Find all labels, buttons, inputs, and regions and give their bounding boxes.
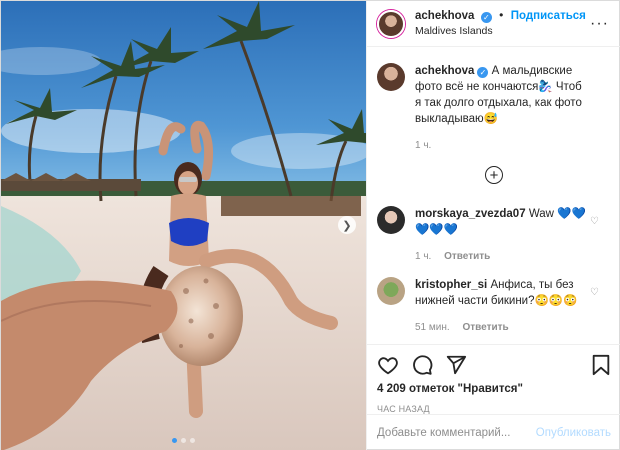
- plus-circle-icon[interactable]: +: [485, 166, 503, 184]
- caption: achekhova ✓ А мальдивские фото всё не кон…: [377, 63, 611, 154]
- comment-time: 51 мин.: [415, 322, 450, 333]
- post-photo[interactable]: ❯: [1, 1, 366, 450]
- comment-item: morskaya_zvezda07 Waw 💙💙💙💙💙 1 ч. Ответит…: [377, 206, 611, 265]
- more-icon[interactable]: ···: [590, 15, 609, 33]
- separator-dot: •: [499, 8, 504, 22]
- carousel-dot: [181, 438, 186, 443]
- post-side-panel: achekhova ✓ • Подписаться Maldives Islan…: [366, 1, 620, 450]
- follow-button[interactable]: Подписаться: [511, 10, 586, 22]
- carousel-next-button[interactable]: ❯: [338, 216, 356, 234]
- reply-button[interactable]: Ответить: [462, 322, 508, 333]
- share-icon[interactable]: [445, 354, 467, 376]
- author-avatar[interactable]: [377, 9, 405, 38]
- heart-icon[interactable]: [377, 354, 399, 376]
- verified-badge-icon: ✓: [480, 12, 492, 23]
- publish-button[interactable]: Опубликовать: [536, 427, 611, 439]
- carousel-indicator: [1, 438, 366, 443]
- chevron-right-icon: ❯: [342, 219, 352, 232]
- comment-like-heart-icon[interactable]: ♡: [590, 287, 599, 298]
- likes-count[interactable]: 4 209 отметок "Нравится": [377, 383, 611, 395]
- beach-photo: [1, 1, 366, 450]
- comment-input[interactable]: [377, 427, 536, 439]
- post-header: achekhova ✓ • Подписаться Maldives Islan…: [367, 1, 620, 47]
- bookmark-icon[interactable]: [591, 354, 611, 376]
- comment-item: kristopher_si Анфиса, ты без нижней част…: [377, 277, 611, 336]
- comment-like-heart-icon[interactable]: ♡: [590, 216, 599, 227]
- post-timestamp: час назад: [377, 404, 430, 414]
- location-link[interactable]: Maldives Islands: [415, 24, 586, 39]
- comment-username[interactable]: morskaya_zvezda07: [415, 208, 526, 220]
- comment-icon[interactable]: [411, 354, 433, 376]
- comment-username[interactable]: kristopher_si: [415, 279, 487, 291]
- load-more-comments[interactable]: +: [377, 166, 611, 184]
- carousel-dot: [172, 438, 177, 443]
- reply-button[interactable]: Ответить: [444, 251, 490, 262]
- post-modal: ❯ achekhova ✓ • Подписаться Maldives Isl…: [0, 0, 620, 450]
- caption-avatar[interactable]: [377, 63, 405, 91]
- caption-username[interactable]: achekhova: [415, 65, 474, 77]
- commenter-avatar[interactable]: [377, 277, 405, 305]
- verified-badge-icon: ✓: [477, 67, 489, 78]
- action-bar: 4 209 отметок "Нравится" час назад: [367, 344, 620, 414]
- author-username[interactable]: achekhova: [415, 10, 474, 22]
- carousel-dot: [190, 438, 195, 443]
- add-comment-bar: Опубликовать: [367, 414, 620, 450]
- comment-time: 1 ч.: [415, 251, 432, 262]
- caption-time: 1 ч.: [415, 140, 432, 151]
- comments-section: achekhova ✓ А мальдивские фото всё не кон…: [367, 47, 620, 344]
- commenter-avatar[interactable]: [377, 206, 405, 234]
